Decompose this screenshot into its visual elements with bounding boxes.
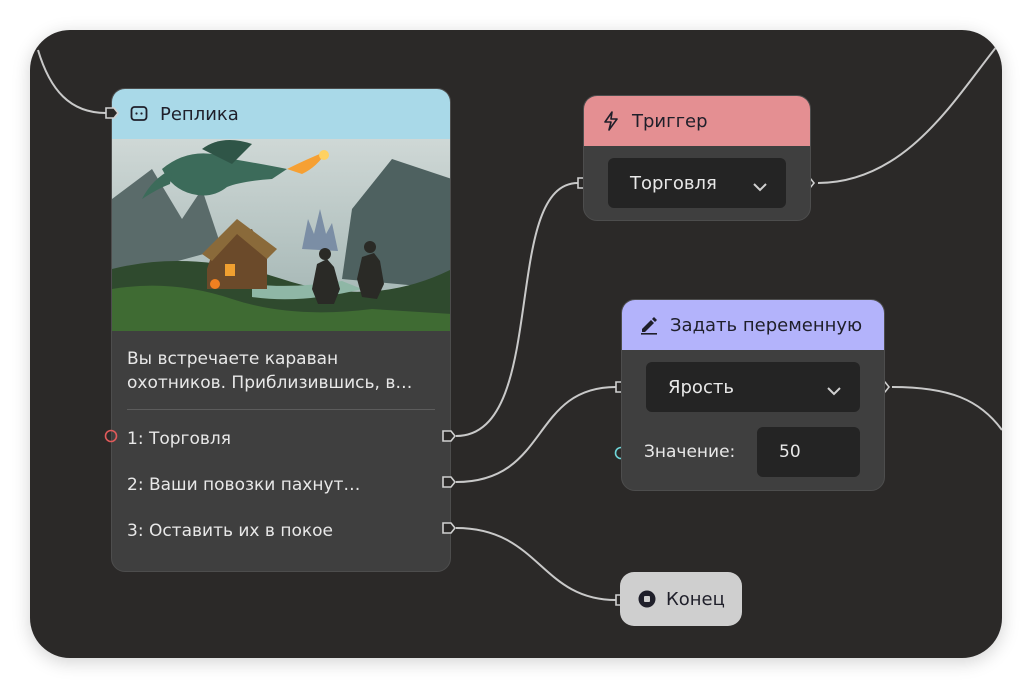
variable-select[interactable]: Ярость <box>646 362 860 412</box>
value-input-text: 50 <box>779 442 801 462</box>
trigger-event-select[interactable]: Торговля <box>608 158 786 208</box>
stop-circle-icon <box>638 590 656 608</box>
trigger-node[interactable]: Триггер Торговля <box>583 95 811 221</box>
trigger-node-header[interactable]: Триггер <box>584 96 810 146</box>
dialog-node-title: Реплика <box>160 103 239 125</box>
dialog-node-header[interactable]: Реплика <box>112 89 450 139</box>
set-variable-node[interactable]: Задать переменную Ярость Значение: 50 <box>621 299 885 491</box>
chevron-down-icon <box>752 177 768 198</box>
set-variable-node-title: Задать переменную <box>670 314 863 336</box>
wire-trigger-out <box>817 39 1002 184</box>
value-input[interactable]: 50 <box>757 427 860 477</box>
choice-label-2: 2: Ваши повозки пахнут… <box>127 475 361 495</box>
variable-select-value: Ярость <box>668 376 734 398</box>
wire-choice3-to-end <box>455 527 617 601</box>
end-node[interactable]: Конец <box>620 572 742 626</box>
node-editor-canvas[interactable]: Реплика Вы встречаете караван охотников.… <box>30 30 1002 658</box>
trigger-select-value: Торговля <box>630 172 717 194</box>
end-node-title: Конец <box>666 588 725 610</box>
wire-setvar-out <box>891 386 1002 431</box>
value-label: Значение: <box>644 442 736 462</box>
lightning-icon <box>600 110 622 132</box>
pencil-icon <box>638 314 660 336</box>
wire-choice2-to-setvar <box>455 386 617 483</box>
dragon-caravan-illustration <box>112 139 450 331</box>
chevron-down-icon <box>826 381 842 402</box>
chat-bubble-icon <box>128 103 150 125</box>
trigger-node-title: Триггер <box>632 110 708 132</box>
wire-choice1-to-trigger <box>455 182 579 437</box>
set-variable-node-header[interactable]: Задать переменную <box>622 300 884 350</box>
choice-label-1: 1: Торговля <box>127 429 231 449</box>
dialog-text: Вы встречаете караван охотников. Приблиз… <box>127 349 413 393</box>
choice-label-3: 3: Оставить их в покое <box>127 521 333 541</box>
choices-divider <box>127 409 435 410</box>
wire-input-to-dialog <box>37 49 107 114</box>
dialog-node[interactable]: Реплика Вы встречаете караван охотников.… <box>111 88 451 572</box>
